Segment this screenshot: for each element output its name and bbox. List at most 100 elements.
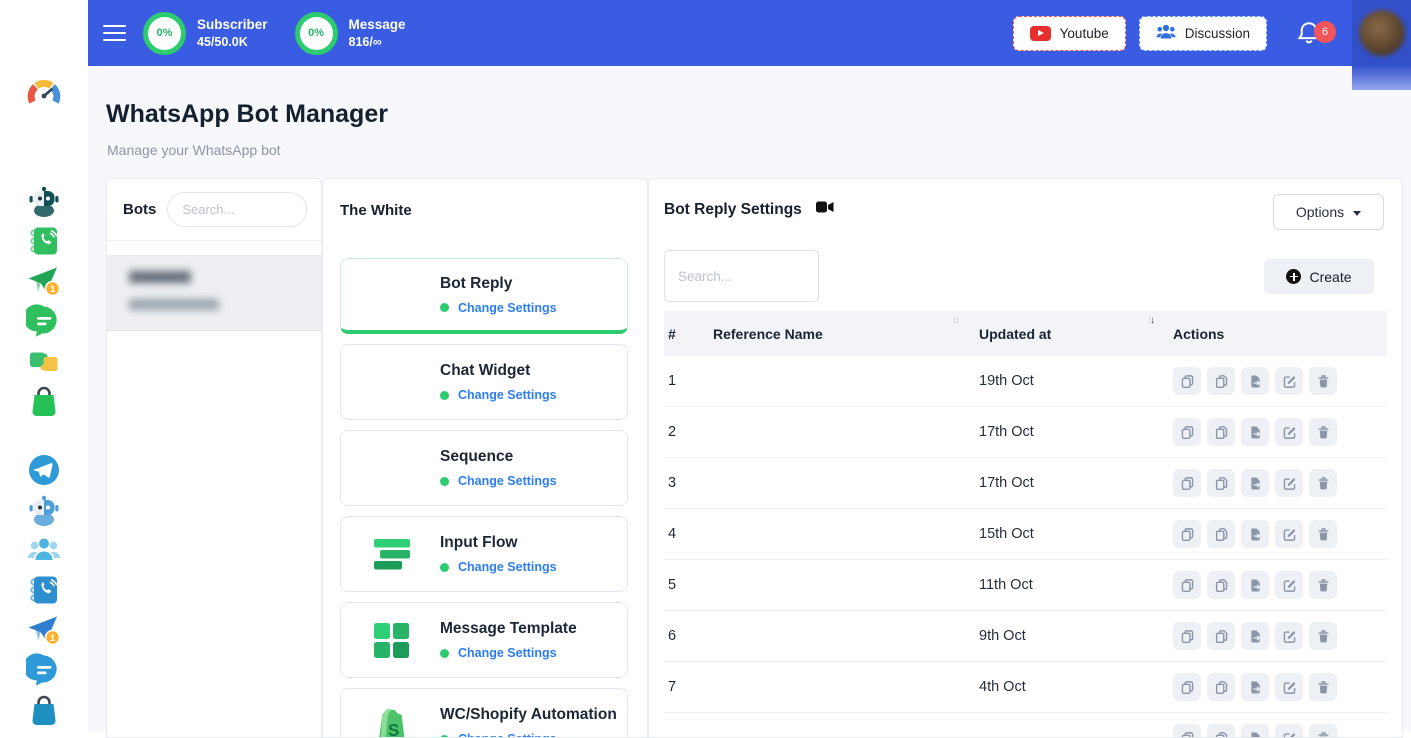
bot-list-item-selected[interactable] xyxy=(107,255,321,331)
chevron-down-icon xyxy=(1353,211,1361,216)
export-button[interactable] xyxy=(1241,622,1269,650)
hamburger-menu-icon[interactable] xyxy=(103,20,126,46)
options-dropdown-button[interactable]: Options xyxy=(1273,194,1384,230)
delete-button[interactable] xyxy=(1309,469,1337,497)
youtube-button[interactable]: Youtube xyxy=(1013,16,1126,51)
delete-button[interactable] xyxy=(1309,418,1337,446)
edit-button[interactable] xyxy=(1275,520,1303,548)
edit-button[interactable] xyxy=(1275,367,1303,395)
sidebar-item-telegram-live-chat[interactable] xyxy=(26,654,62,690)
row-number: 4 xyxy=(668,526,713,542)
edit-button[interactable] xyxy=(1275,418,1303,446)
edit-button[interactable] xyxy=(1275,724,1303,738)
card-title: Message Template xyxy=(440,620,577,638)
duplicate-button[interactable] xyxy=(1207,367,1235,395)
sidebar-item-whatsapp-live-chat[interactable] xyxy=(26,305,62,341)
card-message-template[interactable]: Message Template Change Settings xyxy=(340,602,628,678)
chat-bubble-icon xyxy=(26,303,62,344)
duplicate-button[interactable] xyxy=(1207,673,1235,701)
video-tutorial-icon[interactable] xyxy=(816,200,834,219)
copy-button[interactable] xyxy=(1173,673,1201,701)
change-settings-link[interactable]: Change Settings xyxy=(458,301,557,315)
subscriber-label: Subscriber xyxy=(197,17,268,32)
dashboard-gauge-icon xyxy=(26,77,62,118)
copy-button[interactable] xyxy=(1173,418,1201,446)
table-row: 7 4th Oct xyxy=(664,662,1387,713)
users-group-icon xyxy=(26,532,62,573)
sidebar-item-telegram-group[interactable] xyxy=(26,534,62,570)
delete-button[interactable] xyxy=(1309,673,1337,701)
discussion-button[interactable]: Discussion xyxy=(1139,16,1267,51)
change-settings-link[interactable]: Change Settings xyxy=(458,732,557,738)
export-button[interactable] xyxy=(1241,469,1269,497)
table-row: 3 17th Oct xyxy=(664,458,1387,509)
card-chat-widget[interactable]: Chat Widget Change Settings xyxy=(340,344,628,420)
edit-button[interactable] xyxy=(1275,571,1303,599)
copy-button[interactable] xyxy=(1173,622,1201,650)
puzzle-icon xyxy=(26,343,62,384)
sidebar-item-whatsapp-broadcast[interactable] xyxy=(26,265,62,301)
copy-button[interactable] xyxy=(1173,724,1201,738)
create-button[interactable]: Create xyxy=(1264,259,1374,294)
bots-search-input[interactable] xyxy=(167,192,307,227)
settings-search-input[interactable] xyxy=(664,250,819,302)
sidebar-item-telegram-bot[interactable] xyxy=(26,494,62,530)
export-button[interactable] xyxy=(1241,571,1269,599)
copy-button[interactable] xyxy=(1173,520,1201,548)
sort-icon-reference-name[interactable]: ↑↓ xyxy=(952,315,958,326)
delete-button[interactable] xyxy=(1309,571,1337,599)
card-input-flow[interactable]: Input Flow Change Settings xyxy=(340,516,628,592)
sidebar-item-dashboard[interactable] xyxy=(26,79,62,115)
shopping-bag-icon xyxy=(26,383,62,424)
duplicate-button[interactable] xyxy=(1207,571,1235,599)
duplicate-button[interactable] xyxy=(1207,520,1235,548)
export-button[interactable] xyxy=(1241,418,1269,446)
delete-button[interactable] xyxy=(1309,367,1337,395)
copy-button[interactable] xyxy=(1173,367,1201,395)
header-reference-name[interactable]: Reference Name xyxy=(713,326,979,342)
edit-button[interactable] xyxy=(1275,673,1303,701)
duplicate-button[interactable] xyxy=(1207,469,1235,497)
sidebar-item-telegram-broadcast[interactable] xyxy=(26,614,62,650)
card-bot-reply[interactable]: Bot Reply Change Settings xyxy=(340,258,628,334)
change-settings-link[interactable]: Change Settings xyxy=(458,560,557,574)
sort-icon-updated-at[interactable]: ↑↓ xyxy=(1147,315,1153,326)
card-sequence[interactable]: Sequence Change Settings xyxy=(340,430,628,506)
header-actions: Actions xyxy=(1173,326,1387,342)
sidebar-item-whatsapp-integration[interactable] xyxy=(26,345,62,381)
duplicate-button[interactable] xyxy=(1207,418,1235,446)
delete-button[interactable] xyxy=(1309,724,1337,738)
row-number: 1 xyxy=(668,373,713,389)
edit-button[interactable] xyxy=(1275,469,1303,497)
discussion-button-label: Discussion xyxy=(1185,26,1250,41)
copy-button[interactable] xyxy=(1173,571,1201,599)
sidebar-item-telegram-contacts[interactable] xyxy=(26,574,62,610)
change-settings-link[interactable]: Change Settings xyxy=(458,646,557,660)
duplicate-button[interactable] xyxy=(1207,622,1235,650)
sidebar-item-whatsapp-bot[interactable] xyxy=(26,185,62,221)
change-settings-link[interactable]: Change Settings xyxy=(458,474,557,488)
updated-at-value: 17th Oct xyxy=(979,424,1173,440)
copy-button[interactable] xyxy=(1173,469,1201,497)
delete-button[interactable] xyxy=(1309,520,1337,548)
robot-icon xyxy=(26,492,62,533)
header-updated-at[interactable]: Updated at xyxy=(979,326,1173,342)
sidebar-item-whatsapp-shop[interactable] xyxy=(26,385,62,421)
notifications-button[interactable]: 6 xyxy=(1296,20,1322,46)
export-button[interactable] xyxy=(1241,367,1269,395)
export-button[interactable] xyxy=(1241,724,1269,738)
change-settings-link[interactable]: Change Settings xyxy=(458,388,557,402)
user-menu[interactable] xyxy=(1352,0,1411,90)
table-row: 4 15th Oct xyxy=(664,509,1387,560)
sidebar-item-whatsapp[interactable] xyxy=(26,145,62,181)
export-button[interactable] xyxy=(1241,673,1269,701)
delete-button[interactable] xyxy=(1309,622,1337,650)
sidebar-item-telegram-shop[interactable] xyxy=(26,694,62,730)
duplicate-button[interactable] xyxy=(1207,724,1235,738)
edit-button[interactable] xyxy=(1275,622,1303,650)
sidebar-item-whatsapp-contacts[interactable] xyxy=(26,225,62,261)
subscriber-value: 45/50.0K xyxy=(197,35,268,49)
sidebar-item-telegram[interactable] xyxy=(26,454,62,490)
row-number: 6 xyxy=(668,628,713,644)
export-button[interactable] xyxy=(1241,520,1269,548)
